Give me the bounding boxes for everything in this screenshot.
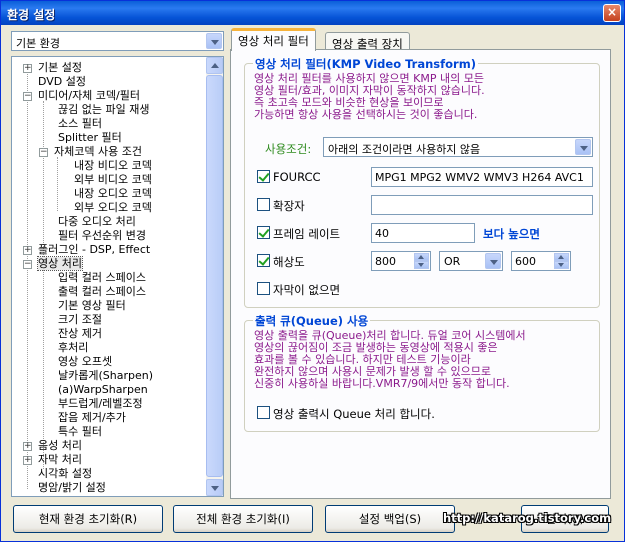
- expand-plus-icon[interactable]: +: [23, 246, 32, 255]
- chevron-up-icon: [211, 63, 219, 68]
- condition-label: 사용조건:: [265, 142, 312, 156]
- tree-item-external-video[interactable]: 외부 비디오 코덱: [74, 173, 152, 187]
- tree-item-deghost[interactable]: 잔상 제거: [58, 327, 102, 341]
- chevron-down-icon[interactable]: [206, 33, 222, 49]
- tree-item-dvd[interactable]: DVD 설정: [38, 75, 86, 89]
- tree-item-resize[interactable]: 크기 조절: [58, 313, 102, 327]
- tree-item-media-codec[interactable]: 미디어/자체 코덱/필터: [38, 89, 140, 103]
- tree-scrollbar[interactable]: [206, 57, 223, 496]
- tree-item-basic[interactable]: 기본 설정: [38, 61, 82, 75]
- spinner-arrows-icon[interactable]: [554, 253, 569, 269]
- scroll-up-button[interactable]: [206, 57, 223, 74]
- scroll-down-button[interactable]: [206, 479, 223, 496]
- settings-window: 환경 설정 × 기본 환경 + 기본 설정 DVD 설정 − 미디어/자체 코덱…: [0, 0, 625, 542]
- resolution-label: 해상도: [273, 255, 305, 269]
- backup-button[interactable]: 설정 백업(S): [325, 505, 455, 533]
- queue-checkbox[interactable]: [257, 406, 270, 419]
- tree-item-seamless[interactable]: 끊김 없는 파일 재생: [58, 103, 149, 117]
- tree-item-multi-audio[interactable]: 다중 오디오 처리: [58, 215, 136, 229]
- close-window-icon[interactable]: ×: [603, 4, 621, 22]
- tree-item-plugin[interactable]: 플러그인 - DSP, Effect: [38, 243, 150, 257]
- window-title: 환경 설정: [7, 8, 56, 22]
- tree-item-subtitle[interactable]: 자막 처리: [38, 453, 82, 467]
- no-subtitle-label: 자막이 없으면: [273, 283, 341, 297]
- tree-item-splitter[interactable]: Splitter 필터: [58, 131, 122, 145]
- resolution-width-spinner[interactable]: 800: [371, 251, 431, 271]
- tree-item-visualization[interactable]: 시각화 설정: [38, 467, 92, 481]
- framerate-checkbox[interactable]: [257, 226, 270, 239]
- tree-item-sharpen[interactable]: 날카롭게(Sharpen): [58, 369, 153, 383]
- tree-item-output-colorspace[interactable]: 출력 컬러 스페이스: [58, 285, 146, 299]
- resolution-checkbox[interactable]: [257, 254, 270, 267]
- tree-item-warpsharpen[interactable]: (a)WarpSharpen: [58, 383, 148, 397]
- condition-combo[interactable]: 아래의 조건이라면 사용하지 않음: [323, 137, 593, 157]
- framerate-label: 프레임 레이트: [273, 227, 341, 241]
- collapse-minus-icon[interactable]: −: [39, 148, 48, 157]
- settings-tree[interactable]: + 기본 설정 DVD 설정 − 미디어/자체 코덱/필터 끊김 없는 파일 재…: [11, 56, 224, 497]
- queue-group-title: 출력 큐(Queue) 사용: [253, 313, 371, 329]
- fourcc-input[interactable]: MPG1 MPG2 WMV2 WMV3 H264 AVC1: [371, 167, 593, 187]
- extension-label: 확장자: [273, 199, 305, 213]
- expand-plus-icon[interactable]: +: [23, 456, 32, 465]
- tab-video-filter[interactable]: 영상 처리 필터: [231, 28, 316, 51]
- resolution-height-spinner[interactable]: 600: [511, 251, 571, 271]
- tree-item-smooth-level[interactable]: 부드럽게/레벨조정: [58, 397, 143, 411]
- filter-group-title: 영상 처리 필터(KMP Video Transform): [253, 56, 478, 72]
- tree-item-video-processing[interactable]: 영상 처리: [37, 256, 83, 271]
- tree-item-internal-video[interactable]: 내장 비디오 코덱: [74, 159, 152, 173]
- tree-item-video-offset[interactable]: 영상 오프셋: [58, 355, 112, 369]
- framerate-input[interactable]: 40: [371, 223, 475, 243]
- preset-combo[interactable]: 기본 환경: [11, 31, 224, 51]
- expand-plus-icon[interactable]: +: [23, 442, 32, 451]
- filter-group: 영상 처리 필터(KMP Video Transform) 영상 처리 필터를 …: [244, 56, 600, 308]
- filter-description: 영상 처리 필터를 사용하지 않으면 KMP 내의 모든 영상 필터/효과, 이…: [254, 72, 485, 121]
- scroll-thumb[interactable]: [206, 75, 223, 477]
- extension-input[interactable]: [371, 195, 593, 215]
- expand-plus-icon[interactable]: +: [23, 64, 32, 73]
- tree-item-basic-video-filter[interactable]: 기본 영상 필터: [58, 299, 126, 313]
- tree-item-input-colorspace[interactable]: 입력 컬러 스페이스: [58, 271, 146, 285]
- collapse-minus-icon[interactable]: −: [23, 260, 32, 269]
- watermark: http://katarog.tistory.com: [443, 511, 612, 525]
- framerate-suffix: 보다 높으면: [483, 227, 540, 241]
- queue-group: 출력 큐(Queue) 사용 영상 출력을 큐(Queue)처리 합니다. 듀얼…: [244, 313, 600, 432]
- reset-all-button[interactable]: 전체 환경 초기화(I): [173, 505, 313, 533]
- tree-item-filter-priority[interactable]: 필터 우선순위 변경: [58, 229, 146, 243]
- tree-item-external-audio[interactable]: 외부 오디오 코덱: [74, 201, 152, 215]
- spinner-arrows-icon[interactable]: [414, 253, 429, 269]
- chevron-down-icon[interactable]: [575, 139, 591, 155]
- preset-combo-value: 기본 환경: [16, 37, 60, 50]
- title-bar[interactable]: 환경 설정 ×: [1, 1, 624, 25]
- tree-item-special-filter[interactable]: 특수 필터: [58, 425, 102, 439]
- tree-item-internal-audio[interactable]: 내장 오디오 코덱: [74, 187, 152, 201]
- no-subtitle-checkbox[interactable]: [257, 282, 270, 295]
- tree-item-codec-conditions[interactable]: 자체코덱 사용 조건: [54, 145, 142, 159]
- condition-combo-value: 아래의 조건이라면 사용하지 않음: [328, 143, 481, 156]
- tree-item-source-filter[interactable]: 소스 필터: [58, 117, 102, 131]
- tree-item-noise[interactable]: 잡음 제거/추가: [58, 411, 126, 425]
- collapse-minus-icon[interactable]: −: [23, 92, 32, 101]
- fourcc-label: FOURCC: [273, 170, 321, 184]
- extension-checkbox[interactable]: [257, 198, 270, 211]
- chevron-down-icon: [211, 486, 219, 491]
- tab-panel: 영상 처리 필터(KMP Video Transform) 영상 처리 필터를 …: [230, 49, 611, 499]
- fourcc-checkbox[interactable]: [257, 170, 270, 183]
- tree-item-brightness[interactable]: 명암/밝기 설정: [38, 481, 106, 495]
- chevron-down-icon[interactable]: [485, 253, 501, 269]
- queue-checkbox-label: 영상 출력시 Queue 처리 합니다.: [273, 407, 435, 421]
- tree-item-audio[interactable]: 음성 처리: [38, 439, 82, 453]
- reset-current-button[interactable]: 현재 환경 초기화(R): [13, 505, 163, 533]
- tree-item-postprocess[interactable]: 후처리: [58, 341, 88, 355]
- queue-description: 영상 출력을 큐(Queue)처리 합니다. 듀얼 코어 시스템에서 영상의 끊…: [254, 329, 526, 390]
- resolution-op-combo[interactable]: OR: [439, 251, 503, 271]
